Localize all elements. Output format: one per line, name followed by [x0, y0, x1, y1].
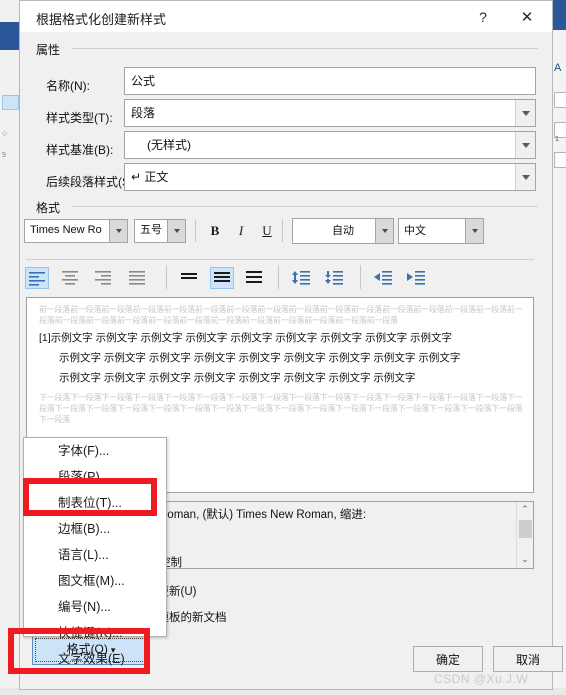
properties-group-rule: [72, 48, 538, 49]
toolbar-divider: [195, 220, 196, 242]
menu-item-border[interactable]: 边框(B)...: [24, 516, 166, 542]
chevron-down-icon[interactable]: [515, 132, 535, 158]
language-select[interactable]: 中文: [398, 218, 484, 244]
align-right-button[interactable]: [92, 267, 116, 289]
background-style-chip: [2, 95, 19, 110]
format-group-label: 格式: [36, 199, 66, 216]
font-color-select[interactable]: 自动: [292, 218, 394, 244]
name-label: 名称(N):: [46, 79, 90, 93]
dialog-titlebar: 根据格式化创建新样式 ? ✕: [20, 1, 552, 32]
align-right-icon: [95, 271, 111, 285]
decrease-paragraph-spacing-button[interactable]: [323, 267, 347, 289]
line-spacing-single-button[interactable]: [178, 267, 202, 289]
chevron-down-icon[interactable]: [109, 220, 127, 242]
chevron-down-icon[interactable]: [375, 219, 393, 243]
next-style-value: ↵ 正文: [131, 170, 169, 184]
toolbar-divider: [278, 265, 279, 289]
chevron-down-icon[interactable]: [167, 220, 185, 242]
ok-button[interactable]: 确定: [413, 646, 483, 672]
help-icon[interactable]: ?: [470, 5, 496, 29]
line-spacing-1-5-icon: [214, 272, 230, 282]
line-spacing-single-icon: [181, 273, 197, 279]
decrease-indent-icon: [374, 271, 392, 285]
description-scrollbar[interactable]: ⌃ ⌄: [516, 502, 533, 568]
menu-item-text-box[interactable]: 图文框(M)...: [24, 568, 166, 594]
annotation-box-format-button: [8, 628, 150, 674]
toolbar-divider: [166, 265, 167, 289]
bold-button[interactable]: B: [204, 220, 226, 242]
background-checkbox-3: [554, 152, 566, 168]
background-checkbox-1: [554, 92, 566, 108]
chevron-down-icon[interactable]: [515, 100, 535, 126]
background-row-number: 1: [555, 136, 559, 143]
increase-indent-button[interactable]: [405, 267, 429, 289]
chevron-down-icon[interactable]: [465, 219, 483, 243]
increase-paragraph-spacing-icon: [292, 271, 310, 285]
preview-sample-line-3: 示例文字 示例文字 示例文字 示例文字 示例文字 示例文字 示例文字 示例文字: [59, 372, 416, 384]
italic-button[interactable]: I: [230, 220, 252, 242]
align-left-button[interactable]: [25, 267, 49, 289]
background-letter-a-icon: A: [554, 62, 562, 74]
align-justify-icon: [129, 271, 145, 285]
line-spacing-1-5-button[interactable]: [210, 267, 234, 289]
align-left-icon: [29, 272, 45, 286]
background-tiny-glyph: ○: [2, 128, 8, 138]
next-paragraph-style-select[interactable]: ↵ 正文: [124, 163, 536, 191]
background-ribbon-accent-right: [553, 0, 566, 30]
style-based-label: 样式基准(B):: [46, 143, 114, 157]
scroll-up-icon[interactable]: ⌃: [517, 502, 533, 518]
style-name-input[interactable]: 公式: [124, 67, 536, 95]
line-spacing-double-button[interactable]: [243, 267, 267, 289]
chevron-down-icon[interactable]: [515, 164, 535, 190]
toolbar-divider: [360, 265, 361, 289]
preview-sample-line-1: [1]示例文字 示例文字 示例文字 示例文字 示例文字 示例文字 示例文字 示例…: [39, 332, 453, 344]
align-justify-button[interactable]: [126, 267, 150, 289]
font-size-value: 五号: [140, 224, 162, 236]
preview-sample-line-2: 示例文字 示例文字 示例文字 示例文字 示例文字 示例文字 示例文字 示例文字 …: [59, 352, 461, 364]
menu-item-numbering[interactable]: 编号(N)...: [24, 594, 166, 620]
style-based-select[interactable]: (无样式): [124, 131, 536, 159]
menu-item-font[interactable]: 字体(F)...: [24, 438, 166, 464]
font-size-select[interactable]: 五号: [134, 219, 186, 243]
style-type-value: 段落: [131, 106, 156, 120]
increase-paragraph-spacing-button[interactable]: [290, 267, 314, 289]
toolbar-divider: [282, 220, 283, 242]
decrease-indent-button[interactable]: [372, 267, 396, 289]
align-center-button[interactable]: [59, 267, 83, 289]
format-group-rule: [72, 206, 538, 207]
font-family-value: Times New Ro: [30, 224, 102, 236]
dialog-title: 根据格式化创建新样式: [36, 12, 167, 27]
font-family-select[interactable]: Times New Ro: [24, 219, 128, 243]
format-context-menu[interactable]: 字体(F)... 段落(P)... 制表位(T)... 边框(B)... 语言(…: [23, 437, 167, 666]
preview-next-paragraph: 下一段落下一段落下一段落下一段落下一段落下一段落下一段落下一段落下一段落下一段落…: [39, 393, 523, 424]
preview-previous-paragraph: 前一段落前一段落前一段落前一段落前一段落前一段落前一段落前一段落前一段落前一段落…: [39, 305, 523, 325]
background-tiny-label: 9: [2, 152, 6, 159]
underline-button[interactable]: U: [256, 220, 278, 242]
style-type-label: 样式类型(T):: [46, 111, 113, 125]
style-type-select[interactable]: 段落: [124, 99, 536, 127]
align-center-icon: [62, 271, 78, 285]
language-value: 中文: [404, 225, 426, 237]
toolbar-divider-rule: [26, 259, 534, 260]
increase-indent-icon: [407, 271, 425, 285]
decrease-paragraph-spacing-icon: [325, 271, 343, 285]
properties-group-label: 属性: [36, 41, 66, 58]
close-icon[interactable]: ✕: [510, 5, 544, 29]
scrollbar-thumb[interactable]: [519, 520, 532, 538]
scroll-down-icon[interactable]: ⌄: [517, 552, 533, 568]
annotation-box-tab-stops: [23, 478, 157, 516]
cancel-button[interactable]: 取消: [493, 646, 563, 672]
screen-root: 9 ○ A 1 根据格式化创建新样式 ? ✕ 属性 名称(N): 公式 样式类型…: [0, 0, 566, 695]
line-spacing-double-icon: [246, 271, 262, 283]
background-ribbon-accent-left: [0, 22, 20, 50]
watermark: CSDN @Xu.J.W: [434, 672, 529, 686]
menu-item-language[interactable]: 语言(L)...: [24, 542, 166, 568]
style-based-value: (无样式): [147, 138, 191, 152]
